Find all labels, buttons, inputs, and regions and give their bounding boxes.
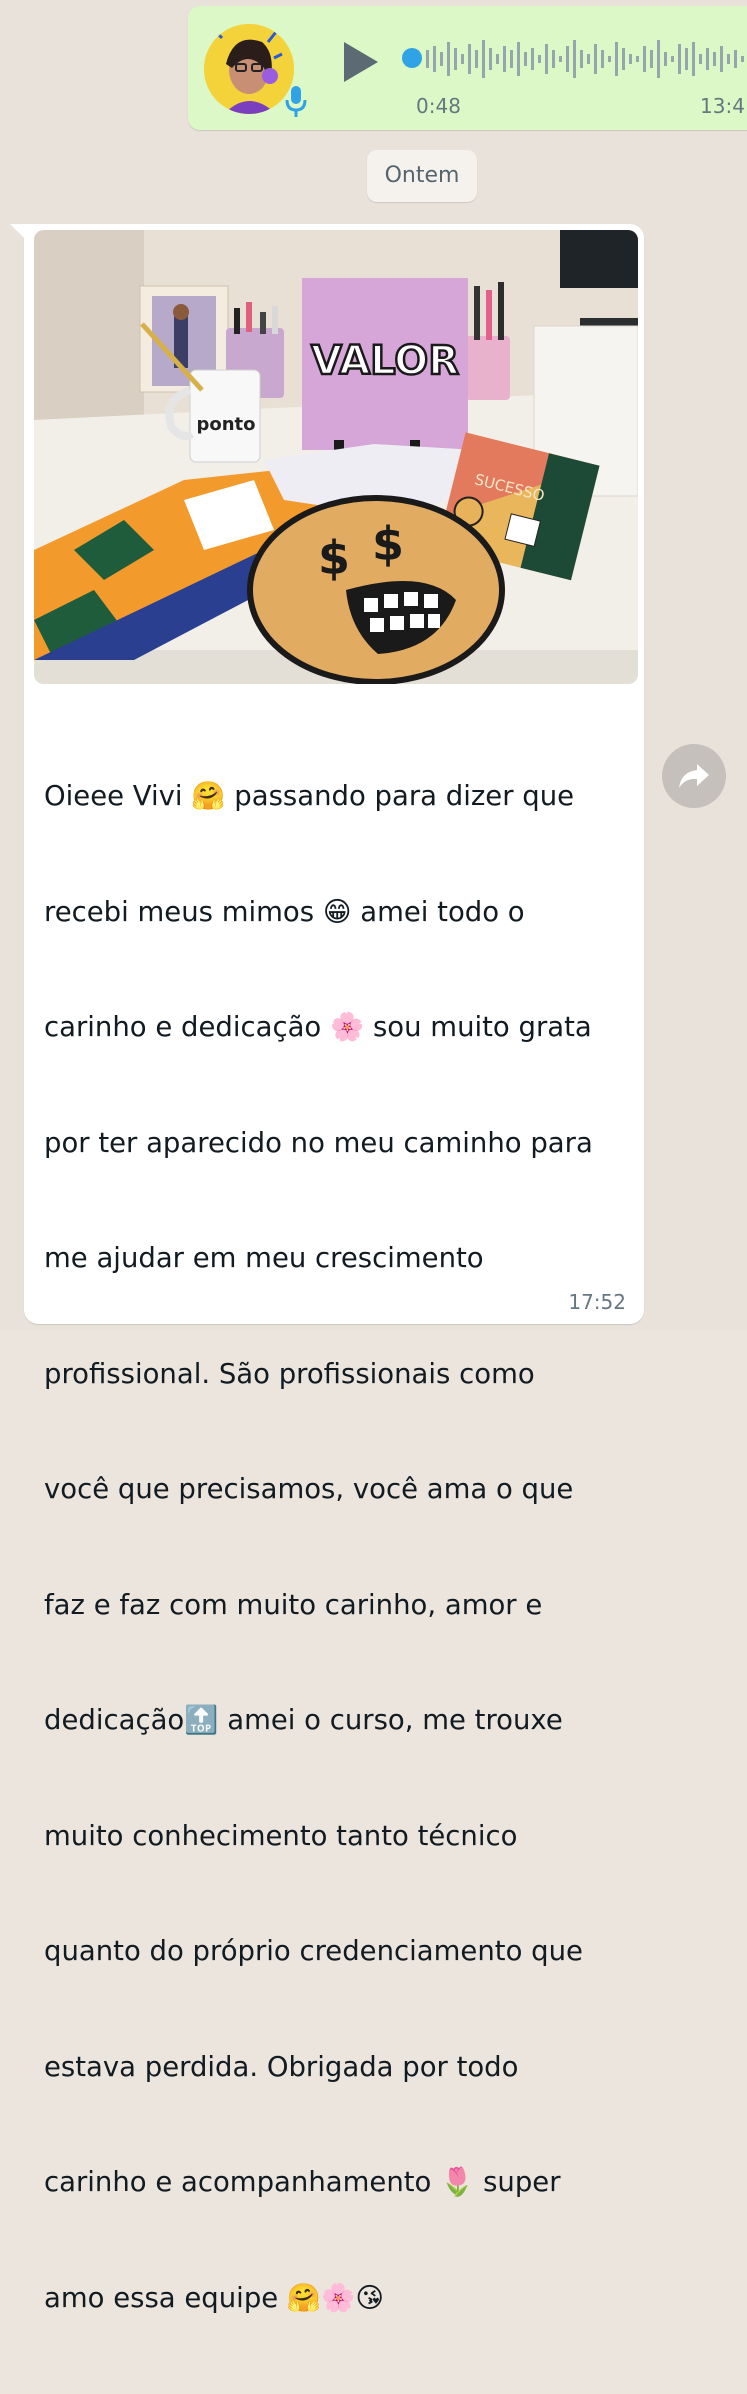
message-line: muito conhecimento tanto técnico — [44, 1819, 518, 1852]
mic-icon — [285, 86, 307, 117]
incoming-message-bubble[interactable]: VALOR ponto SUCESSO $ $ Oieee Vivi 🤗 pas… — [10, 224, 644, 2314]
playback-position-dot[interactable] — [402, 48, 422, 68]
forward-icon — [679, 764, 709, 788]
svg-text:$: $ — [318, 531, 350, 585]
play-icon[interactable] — [340, 40, 380, 84]
voice-note-timestamp: 13:4 — [700, 94, 745, 118]
bubble-tail — [10, 224, 26, 240]
message-line: profissional. São profissionais como — [44, 1357, 535, 1390]
message-line: por ter aparecido no meu caminho para — [44, 1126, 593, 1159]
forward-button[interactable] — [662, 744, 726, 808]
message-line: carinho e dedicação 🌸 sou muito grata — [44, 1011, 592, 1043]
sender-avatar — [204, 24, 294, 114]
voice-note-duration: 0:48 — [416, 94, 461, 118]
message-line: dedicação🔝 amei o curso, me trouxe — [44, 1704, 563, 1736]
message-line: você que precisamos, você ama o que — [44, 1473, 574, 1505]
svg-text:$: $ — [372, 517, 404, 571]
voice-note-bubble[interactable]: 0:48 13:4 — [188, 6, 747, 130]
message-photo[interactable]: VALOR ponto SUCESSO $ $ — [34, 230, 638, 684]
message-timestamp: 17:52 — [568, 1290, 626, 1314]
message-line: carinho e acompanhamento 🌷 super — [44, 2166, 561, 2198]
mug-text: ponto — [196, 414, 255, 435]
waveform[interactable] — [426, 36, 747, 82]
message-line: Oieee Vivi 🤗 passando para dizer que — [44, 780, 575, 812]
date-separator: Ontem — [367, 150, 477, 202]
message-line: faz e faz com muito carinho, amor e — [44, 1588, 543, 1621]
message-line: quanto do próprio credenciamento que — [44, 1935, 583, 1967]
poster-text: VALOR — [311, 338, 459, 384]
message-text: Oieee Vivi 🤗 passando para dizer que rec… — [44, 700, 634, 2394]
message-line: amo essa equipe 🤗🌸😘 — [44, 2281, 385, 2314]
message-line: recebi meus mimos 😁 amei todo o — [44, 895, 525, 928]
message-line: me ajudar em meu crescimento — [44, 1242, 484, 1274]
message-line: estava perdida. Obrigada por todo — [44, 2050, 519, 2083]
